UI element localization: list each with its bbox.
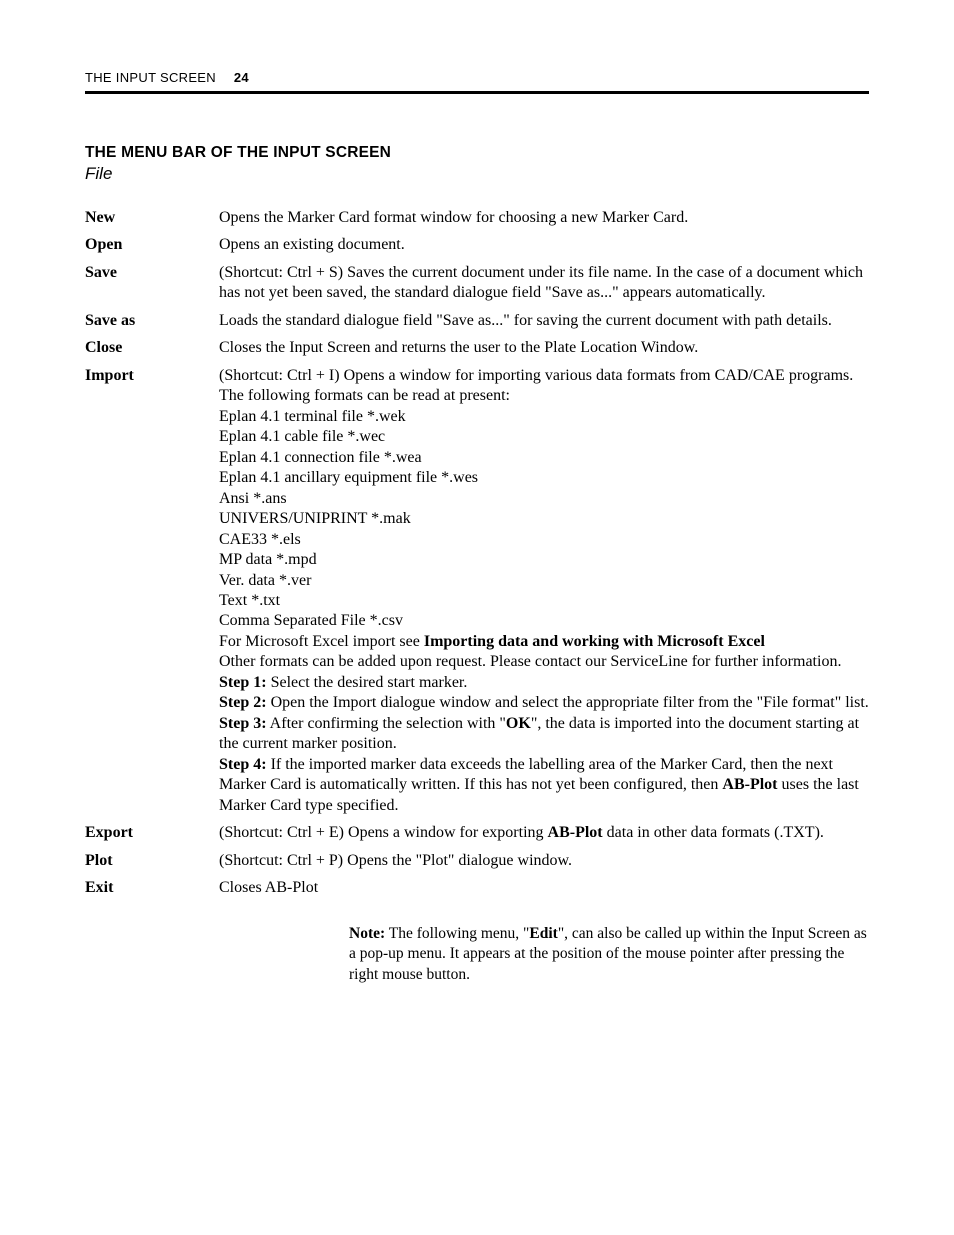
- import-step-2: Step 2: Open the Import dialogue window …: [219, 693, 869, 713]
- menu-row-close: Close Closes the Input Screen and return…: [85, 338, 869, 365]
- menu-desc-plot: (Shortcut: Ctrl + P) Opens the "Plot" di…: [219, 851, 869, 878]
- menu-desc-close: Closes the Input Screen and returns the …: [219, 338, 869, 365]
- section-heading: THE MENU BAR OF THE INPUT SCREEN: [85, 144, 869, 162]
- import-format: Comma Separated File *.csv: [219, 611, 869, 631]
- import-format: Text *.txt: [219, 591, 869, 611]
- running-title: THE INPUT SCREEN: [85, 70, 216, 85]
- menu-row-export: Export (Shortcut: Ctrl + E) Opens a wind…: [85, 823, 869, 850]
- import-format: Eplan 4.1 ancillary equipment file *.wes: [219, 468, 869, 488]
- step-label: Step 3:: [219, 715, 267, 732]
- menu-label-open: Open: [85, 235, 219, 262]
- import-excel-link: Importing data and working with Microsof…: [424, 633, 765, 650]
- import-intro: (Shortcut: Ctrl + I) Opens a window for …: [219, 366, 869, 407]
- menu-desc-save: (Shortcut: Ctrl + S) Saves the current d…: [219, 263, 869, 311]
- export-text: (Shortcut: Ctrl + E) Opens a window for …: [219, 824, 548, 841]
- step-label: Step 1:: [219, 674, 267, 691]
- import-format: CAE33 *.els: [219, 530, 869, 550]
- import-format: Eplan 4.1 connection file *.wea: [219, 448, 869, 468]
- page: THE INPUT SCREEN 24 THE MENU BAR OF THE …: [0, 0, 954, 986]
- step-text: Open the Import dialogue window and sele…: [267, 694, 869, 711]
- export-text: data in other data formats (.TXT).: [603, 824, 824, 841]
- running-header: THE INPUT SCREEN 24: [85, 70, 869, 94]
- menu-desc-export: (Shortcut: Ctrl + E) Opens a window for …: [219, 823, 869, 850]
- menu-label-close: Close: [85, 338, 219, 365]
- menu-row-exit: Exit Closes AB-Plot: [85, 878, 869, 905]
- menu-row-save: Save (Shortcut: Ctrl + S) Saves the curr…: [85, 263, 869, 311]
- import-format: Eplan 4.1 cable file *.wec: [219, 427, 869, 447]
- menu-label-plot: Plot: [85, 851, 219, 878]
- menu-label-new: New: [85, 208, 219, 235]
- step-label: Step 2:: [219, 694, 267, 711]
- ab-plot-label: AB-Plot: [548, 824, 603, 841]
- import-step-3: Step 3: After confirming the selection w…: [219, 714, 869, 755]
- import-format: Eplan 4.1 terminal file *.wek: [219, 407, 869, 427]
- menu-row-import: Import (Shortcut: Ctrl + I) Opens a wind…: [85, 366, 869, 823]
- note-text: The following menu, ": [385, 925, 529, 942]
- import-other: Other formats can be added upon request.…: [219, 652, 869, 672]
- note-label: Note:: [349, 925, 385, 942]
- import-excel: For Microsoft Excel import see Importing…: [219, 632, 869, 652]
- step-text: Select the desired start marker.: [267, 674, 468, 691]
- import-step-4: Step 4: If the imported marker data exce…: [219, 755, 869, 816]
- edit-label: Edit: [529, 925, 557, 942]
- menu-desc-open: Opens an existing document.: [219, 235, 869, 262]
- import-format: UNIVERS/UNIPRINT *.mak: [219, 509, 869, 529]
- menu-desc-import: (Shortcut: Ctrl + I) Opens a window for …: [219, 366, 869, 823]
- menu-desc-exit: Closes AB-Plot: [219, 878, 869, 905]
- import-step-1: Step 1: Select the desired start marker.: [219, 673, 869, 693]
- import-excel-pre: For Microsoft Excel import see: [219, 633, 424, 650]
- import-format: Ver. data *.ver: [219, 571, 869, 591]
- menu-row-open: Open Opens an existing document.: [85, 235, 869, 262]
- section-subheading: File: [85, 164, 869, 184]
- import-format: MP data *.mpd: [219, 550, 869, 570]
- step-text: After confirming the selection with ": [267, 715, 506, 732]
- menu-row-plot: Plot (Shortcut: Ctrl + P) Opens the "Plo…: [85, 851, 869, 878]
- menu-label-export: Export: [85, 823, 219, 850]
- ok-label: OK: [506, 715, 531, 732]
- file-menu-table: New Opens the Marker Card format window …: [85, 208, 869, 906]
- menu-row-save-as: Save as Loads the standard dialogue fiel…: [85, 311, 869, 338]
- ab-plot-label: AB-Plot: [722, 776, 777, 793]
- step-label: Step 4:: [219, 756, 267, 773]
- note-block: Note: The following menu, "Edit", can al…: [349, 924, 869, 987]
- menu-label-import: Import: [85, 366, 219, 823]
- menu-desc-new: Opens the Marker Card format window for …: [219, 208, 869, 235]
- menu-row-new: New Opens the Marker Card format window …: [85, 208, 869, 235]
- menu-desc-save-as: Loads the standard dialogue field "Save …: [219, 311, 869, 338]
- import-format: Ansi *.ans: [219, 489, 869, 509]
- page-number: 24: [234, 70, 249, 85]
- menu-label-save-as: Save as: [85, 311, 219, 338]
- menu-label-exit: Exit: [85, 878, 219, 905]
- menu-label-save: Save: [85, 263, 219, 311]
